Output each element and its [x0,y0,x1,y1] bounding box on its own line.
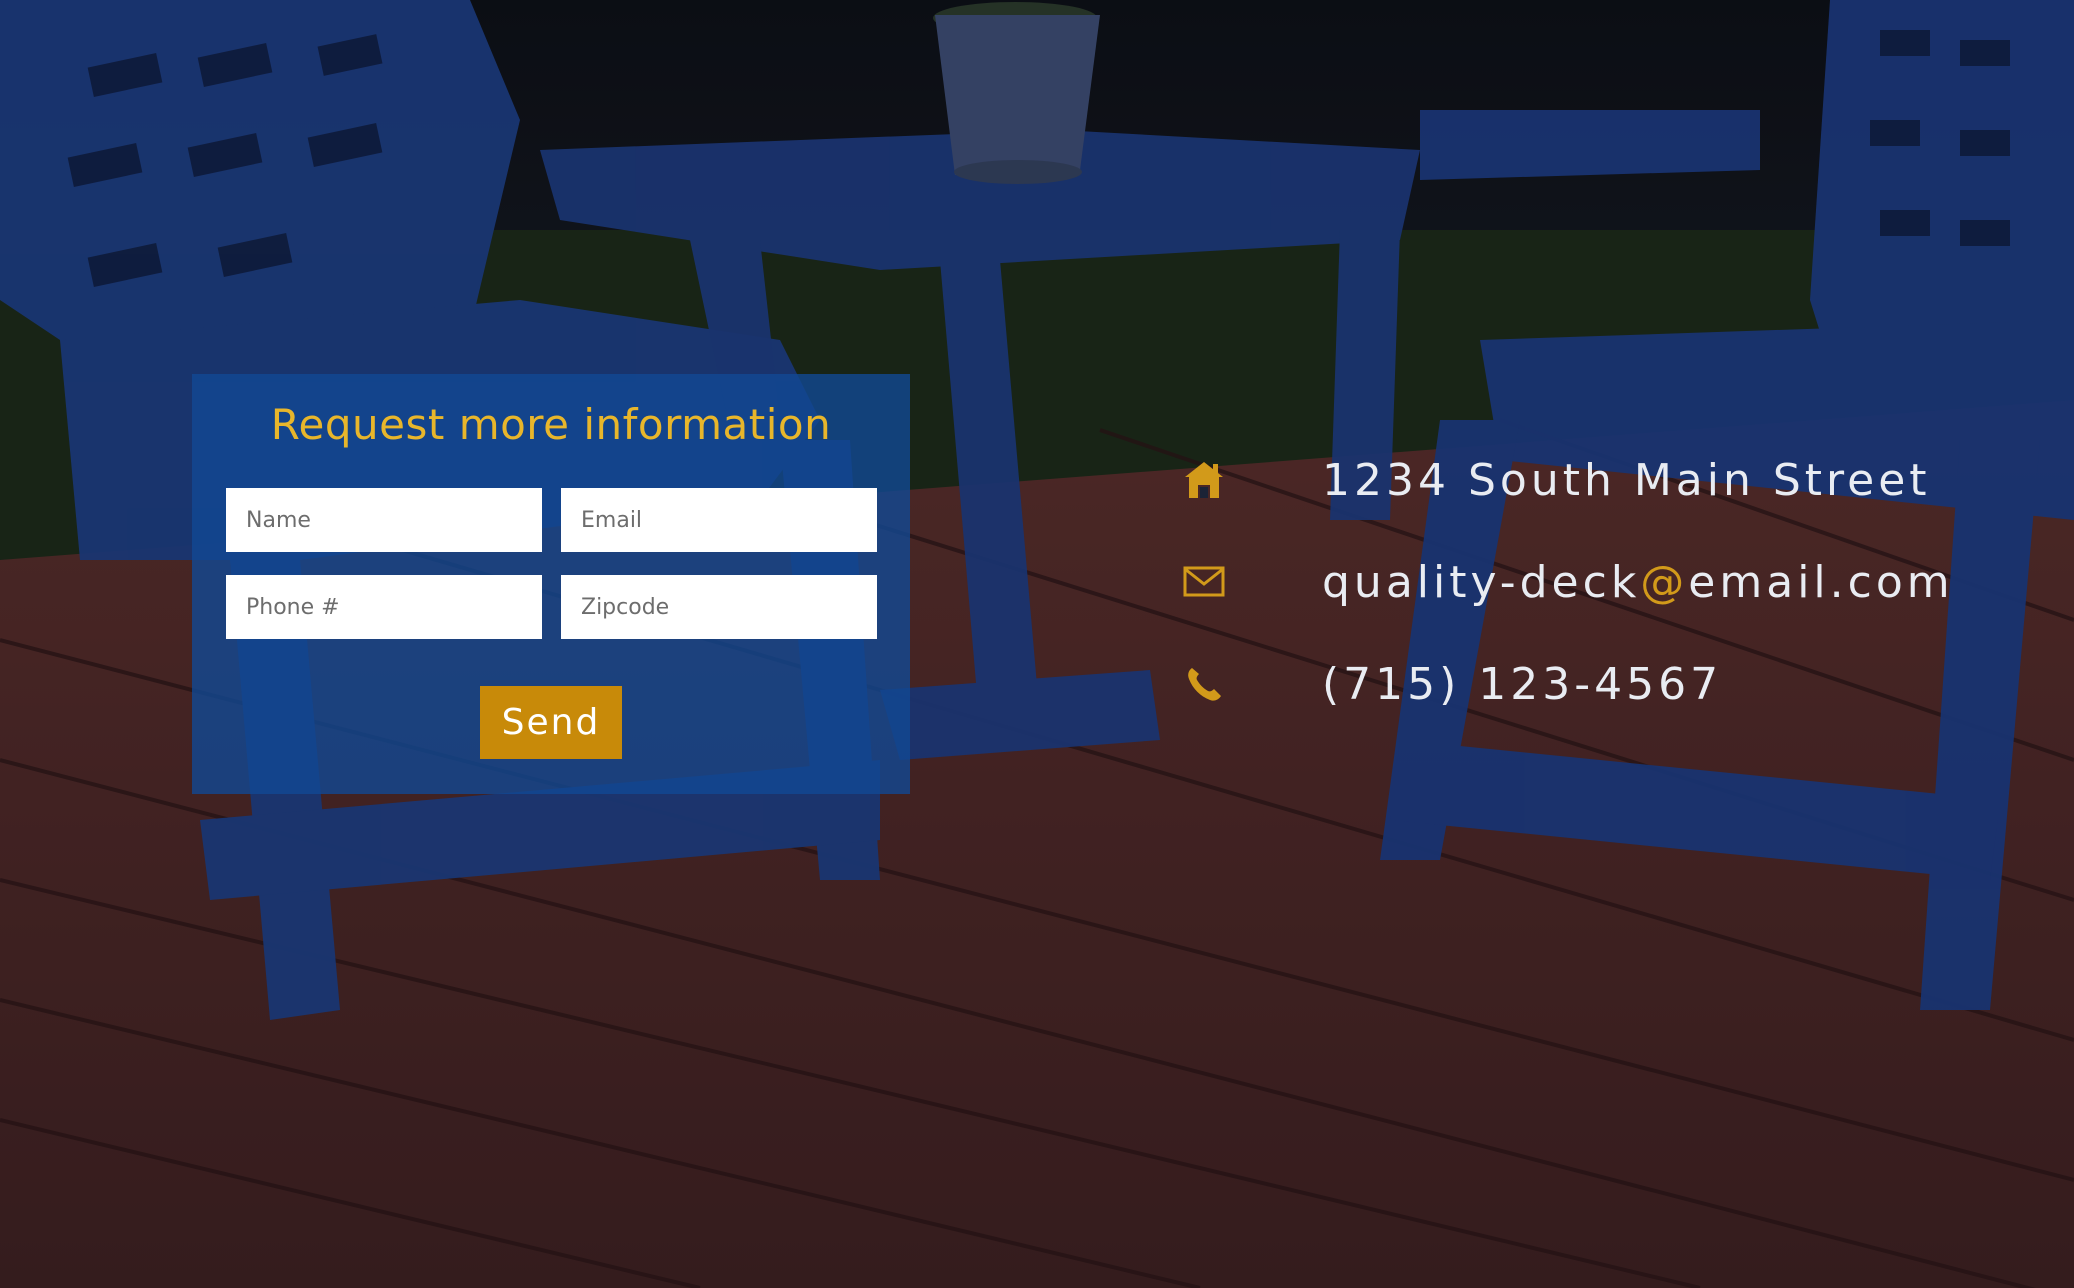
send-button[interactable]: Send [480,686,622,759]
home-icon [1180,456,1228,504]
contact-address: 1234 South Main Street [1180,440,1931,520]
phone-input[interactable] [226,575,542,639]
email-user: quality-deck [1322,556,1641,608]
contact-phone[interactable]: (715) 123-4567 [1180,644,1722,724]
form-title: Request more information [270,400,832,449]
email-at: @ [1640,556,1689,608]
envelope-icon [1180,558,1228,606]
zipcode-input[interactable] [561,575,877,639]
email-input[interactable] [561,488,877,552]
hero-section: Request more information Send 1234 South… [0,0,2074,1288]
email-domain: email.com [1688,556,1954,608]
phone-icon [1180,660,1228,708]
name-input[interactable] [226,488,542,552]
email-link[interactable]: quality-deck@email.com [1322,557,1954,608]
contact-email[interactable]: quality-deck@email.com [1180,542,1954,622]
address-text: 1234 South Main Street [1322,454,1931,506]
phone-number[interactable]: (715) 123-4567 [1322,659,1722,710]
request-info-form: Request more information Send [192,374,910,794]
